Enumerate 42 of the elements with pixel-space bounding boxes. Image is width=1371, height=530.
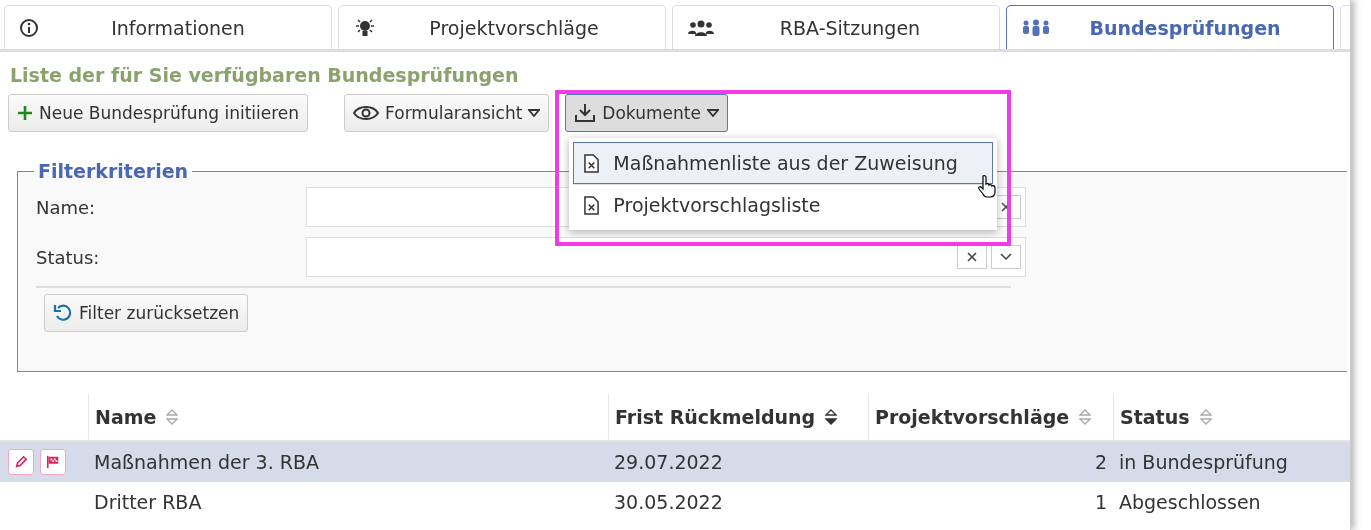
table-cell-text: 1 — [1093, 491, 1108, 513]
people-icon — [1021, 18, 1051, 37]
plus-icon — [17, 105, 33, 121]
page-heading: Liste der für Sie verfügbaren Bundesprüfungen — [9, 63, 520, 88]
table-cell-text: 2 — [1093, 451, 1108, 473]
input-field[interactable] — [306, 237, 1026, 277]
toolbar-button[interactable]: Dokumente — [565, 94, 728, 132]
spreadsheet-file-icon — [584, 195, 600, 215]
table-row[interactable]: Maßnahmen der 3. RBA 29.07.2022 2 in Bundesprüfung — [0, 442, 1350, 482]
reset-filter-button[interactable]: Filter zurücksetzen — [44, 294, 249, 332]
users-icon — [687, 18, 715, 37]
table-cell-text: 30.05.2022 — [613, 491, 724, 513]
toolbar-button[interactable]: Formularansicht — [344, 94, 550, 132]
eye-icon — [353, 105, 380, 121]
download-icon — [574, 103, 597, 123]
flag-icon[interactable] — [40, 449, 66, 475]
filter-title: Filterkriterien — [37, 160, 190, 182]
column-header[interactable]: Projektvorschläge — [868, 394, 1113, 440]
menu-item[interactable]: Maßnahmenliste aus der Zuweisung — [573, 142, 994, 184]
spreadsheet-file-icon — [584, 153, 600, 173]
column-header[interactable]: Frist Rückmeldung — [608, 394, 868, 440]
info-icon — [19, 17, 39, 38]
column-header[interactable]: Name — [88, 394, 608, 440]
tab[interactable]: RBA-Sitzungen — [672, 5, 1000, 49]
field-label: Status: — [36, 246, 101, 268]
table-cell-text: Dritter RBA — [93, 491, 203, 513]
undo-icon — [53, 303, 73, 323]
table-row[interactable]: Dritter RBA 30.05.2022 1 Abgeschlossen — [0, 482, 1350, 522]
table-cell-text: Abgeschlossen — [1118, 491, 1262, 513]
pencil-icon[interactable] — [8, 449, 34, 475]
table-cell-text: in Bundesprüfung — [1118, 451, 1289, 473]
tab[interactable]: Informationen — [4, 5, 332, 49]
field-label: Name: — [36, 196, 97, 218]
tab[interactable]: Bundesprüfungen — [1006, 5, 1334, 49]
caret-icon — [706, 109, 719, 117]
toolbar-button[interactable]: Neue Bundesprüfung initiieren — [8, 94, 309, 132]
caret-icon — [528, 109, 541, 117]
column-header[interactable]: Status — [1113, 394, 1348, 440]
lightbulb-icon — [353, 17, 377, 38]
tab[interactable]: Projektvorschläge — [338, 5, 666, 49]
table-cell-text: 29.07.2022 — [613, 451, 724, 473]
table-cell-text: Maßnahmen der 3. RBA — [93, 451, 320, 473]
